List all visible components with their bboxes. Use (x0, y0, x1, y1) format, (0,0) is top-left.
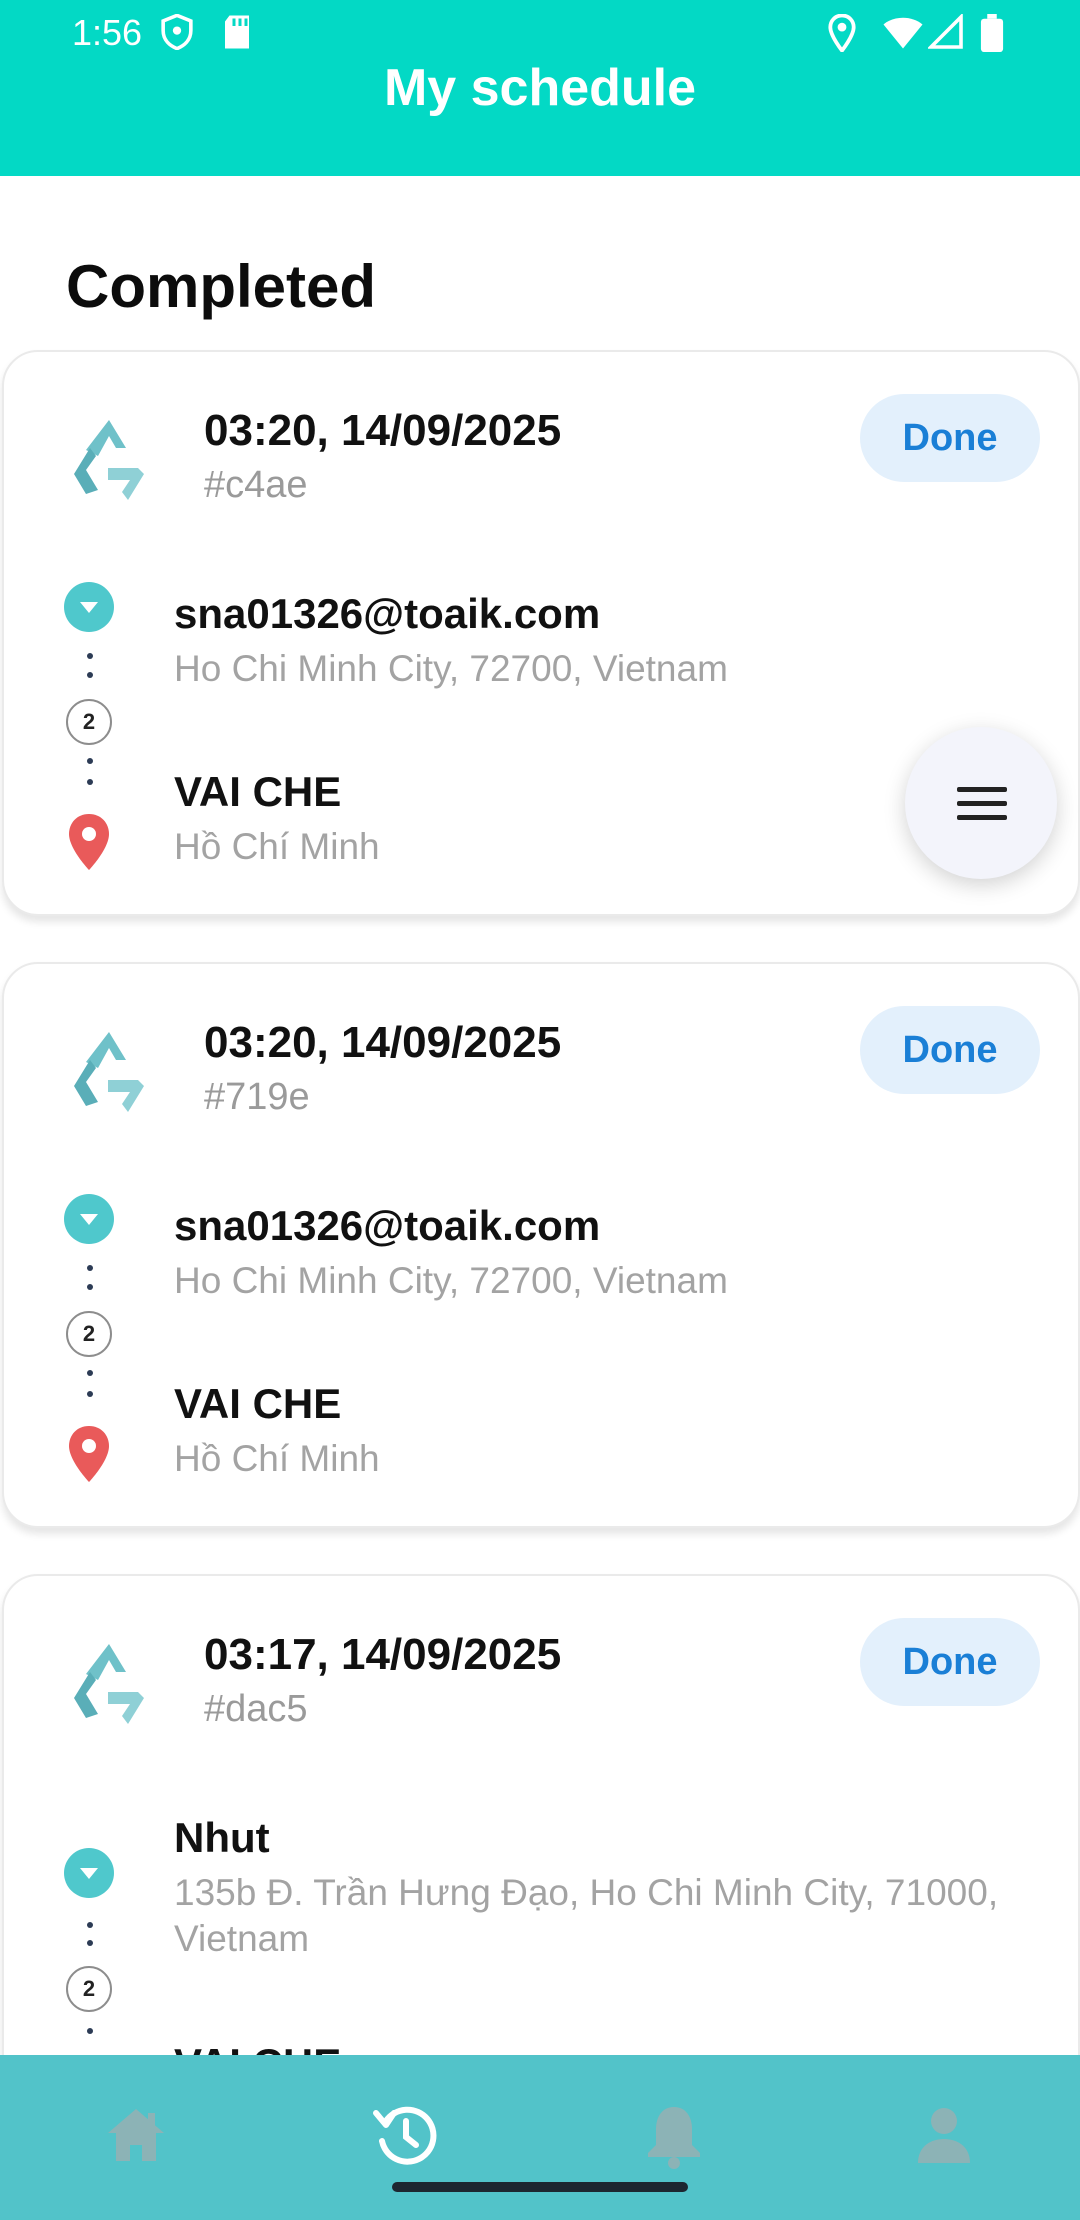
pickup-address: Ho Chi Minh City, 72700, Vietnam (174, 648, 728, 689)
route-dot (87, 1940, 93, 1946)
bell-icon[interactable] (634, 2095, 714, 2175)
location-pin-icon (69, 814, 109, 870)
location-icon (828, 14, 856, 52)
bottom-nav (0, 2055, 1080, 2220)
location-pin-icon (69, 1426, 109, 1482)
menu-fab-button[interactable] (905, 727, 1057, 879)
recycle-logo-icon (74, 1644, 144, 1724)
route-dot (87, 779, 93, 785)
section-title: Completed (66, 253, 377, 320)
order-datetime: 03:20, 14/09/2025 (204, 1018, 562, 1067)
pickup-address: 135b Đ. Trần Hưng Đạo, Ho Chi Minh City,… (174, 1872, 999, 1959)
wifi-icon (883, 17, 923, 49)
order-code: #719e (204, 1076, 310, 1118)
recycle-logo-icon (74, 1032, 144, 1112)
route-dot (87, 2028, 93, 2034)
home-icon[interactable] (96, 2095, 176, 2175)
route-dot (87, 1265, 93, 1271)
pickup-name: sna01326@toaik.com (174, 590, 601, 637)
status-bar: 1:56 (0, 0, 1080, 64)
stop-count-badge: 2 (66, 1966, 112, 2012)
history-icon[interactable] (364, 2095, 444, 2175)
route-dot (87, 672, 93, 678)
pickup-name: Nhut (174, 1814, 270, 1861)
status-badge[interactable]: Done (860, 394, 1040, 482)
route-dot (87, 1922, 93, 1928)
stop-count-badge: 2 (66, 1311, 112, 1357)
pickup-icon (64, 1848, 114, 1898)
order-code: #c4ae (204, 464, 308, 506)
route-dot (87, 1284, 93, 1290)
shield-icon (161, 14, 193, 50)
order-code: #dac5 (204, 1688, 308, 1730)
status-badge[interactable]: Done (860, 1006, 1040, 1094)
dropoff-address: Hồ Chí Minh (174, 1438, 380, 1479)
order-datetime: 03:20, 14/09/2025 (204, 406, 562, 455)
route-dot (87, 653, 93, 659)
battery-icon (980, 14, 1004, 52)
dropoff-name: VAI CHE (174, 1380, 342, 1427)
route-dot (87, 1391, 93, 1397)
dropoff-name: VAI CHE (174, 768, 342, 815)
signal-icon (928, 14, 963, 49)
status-badge[interactable]: Done (860, 1618, 1040, 1706)
status-time: 1:56 (72, 12, 143, 53)
route-dot (87, 758, 93, 764)
home-indicator[interactable] (392, 2182, 688, 2192)
order-datetime: 03:17, 14/09/2025 (204, 1630, 562, 1679)
dropoff-address: Hồ Chí Minh (174, 826, 380, 867)
pickup-icon (64, 1194, 114, 1244)
pickup-icon (64, 582, 114, 632)
stop-count-badge: 2 (66, 699, 112, 745)
user-icon[interactable] (904, 2095, 984, 2175)
order-card[interactable]: 03:20, 14/09/2025 #719e Done 2 sna01326@… (2, 962, 1080, 1528)
pickup-name: sna01326@toaik.com (174, 1202, 601, 1249)
app-header: 1:56 My schedule (0, 0, 1080, 176)
recycle-logo-icon (74, 420, 144, 500)
route-dot (87, 1370, 93, 1376)
pickup-address: Ho Chi Minh City, 72700, Vietnam (174, 1260, 728, 1301)
page-title: My schedule (383, 59, 697, 117)
sd-card-icon (225, 15, 249, 49)
